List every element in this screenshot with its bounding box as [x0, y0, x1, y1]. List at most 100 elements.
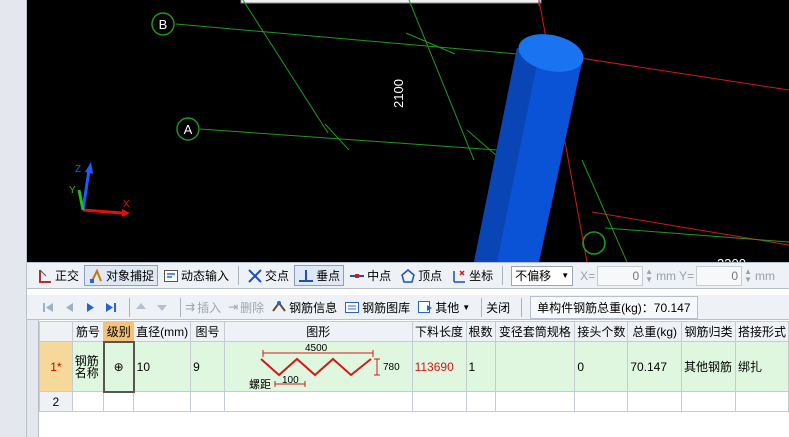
cell-joints[interactable]: 0	[574, 341, 629, 392]
svg-text:Y: Y	[69, 185, 76, 196]
toolbar-divider	[521, 297, 523, 317]
row-number[interactable]: 1*	[39, 341, 73, 392]
cell-count[interactable]	[465, 391, 496, 412]
column-header[interactable]: 根数	[465, 321, 496, 342]
row-number-header	[39, 321, 73, 342]
toolbar-divider	[502, 266, 504, 285]
other-menu-button[interactable]: 其他 ▼	[417, 299, 470, 316]
column-header[interactable]: 筋号	[71, 321, 105, 342]
column-header[interactable]: 直径(mm)	[133, 321, 192, 342]
intersection-icon	[247, 268, 263, 284]
cell-category[interactable]	[681, 391, 736, 412]
intersection-label: 交点	[265, 269, 290, 283]
cell-shape[interactable]: 4500 780 螺距 100	[223, 341, 413, 392]
shape-pitch-value: 100	[282, 375, 299, 386]
vertex-label: 顶点	[418, 269, 443, 283]
other-label: 其他	[435, 300, 460, 315]
x-spin-icon[interactable]: ▲ ▼	[645, 267, 653, 284]
table-row[interactable]: 1* 钢筋名称 ⊕ 10 9 4500 780 螺距 100 113690 1 …	[39, 340, 789, 393]
column-header[interactable]: 图形	[223, 321, 413, 342]
total-weight-display: 单构件钢筋总重(kg)：70.147	[530, 295, 698, 319]
cell-sleeve[interactable]	[494, 391, 576, 412]
cell-diameter[interactable]: 10	[133, 341, 192, 392]
x-label: X=	[580, 268, 596, 283]
close-button[interactable]: 关闭	[486, 299, 510, 316]
coordinate-icon	[451, 268, 467, 284]
cell-grade[interactable]	[103, 391, 135, 412]
cell-cut-length[interactable]	[411, 391, 467, 412]
move-down-icon[interactable]	[155, 300, 169, 314]
cell-diameter[interactable]	[133, 391, 192, 412]
midpoint-snap-button[interactable]: 中点	[345, 265, 395, 286]
cell-joints[interactable]	[574, 391, 629, 412]
vertex-snap-button[interactable]: 顶点	[396, 265, 446, 286]
cell-figure-number[interactable]: 9	[190, 341, 225, 392]
delete-button[interactable]: ⇥ 删除	[228, 299, 264, 316]
snap-toolbar: 正交 对象捕捉 动态输入 交点 垂点 中点 顶点 坐标 不偏移 ▼ X= 0 ▲…	[27, 262, 789, 289]
cell-weight[interactable]	[627, 391, 683, 412]
cell-category[interactable]: 其他钢筋	[681, 341, 736, 392]
column-header[interactable]: 下料长度	[411, 321, 467, 342]
perpendicular-icon	[298, 268, 314, 284]
column-header[interactable]: 接头个数	[574, 321, 629, 342]
next-record-icon[interactable]	[83, 300, 97, 314]
cell-sleeve[interactable]	[494, 341, 576, 392]
column-header[interactable]: 钢筋归类	[681, 321, 736, 342]
previous-record-icon[interactable]	[62, 300, 76, 314]
cell-weight[interactable]: 70.147	[627, 341, 683, 392]
last-record-icon[interactable]	[104, 300, 118, 314]
column-header[interactable]: 搭接形式	[734, 321, 789, 342]
cell-grade[interactable]: ⊕	[102, 340, 135, 393]
cell-figure-number[interactable]	[190, 391, 225, 412]
rebar-library-button[interactable]: 钢筋图库	[344, 299, 410, 316]
rebar-grid: 筋号 级别 直径(mm) 图号 图形 下料长度 根数 变径套筒规格 接头个数 总…	[39, 321, 789, 437]
column-header[interactable]: 图号	[190, 321, 225, 342]
shape-length-label: 4500	[305, 343, 328, 354]
cell-shape[interactable]	[223, 391, 413, 412]
x-coordinate-group: X= 0 ▲ ▼ mm	[580, 265, 676, 286]
move-up-icon[interactable]	[134, 300, 148, 314]
dynamic-input-button[interactable]: 动态输入	[159, 265, 233, 286]
cell-cut-length[interactable]: 113690	[411, 341, 467, 392]
object-snap-button[interactable]: 对象捕捉	[84, 265, 159, 286]
cell-lap[interactable]	[734, 391, 789, 412]
insert-button[interactable]: ⇉ 插入	[185, 299, 221, 316]
shape-pitch-label: 螺距	[249, 378, 271, 391]
x-input[interactable]: 0	[597, 265, 644, 286]
coordinate-snap-button[interactable]: 坐标	[447, 265, 497, 286]
axis-label-a: A	[184, 122, 193, 137]
object-snap-label: 对象捕捉	[106, 269, 155, 283]
cell-name[interactable]: 钢筋名称	[71, 341, 105, 392]
column-header[interactable]: 总重(kg)	[627, 321, 683, 342]
cell-lap[interactable]: 绑扎	[734, 341, 789, 392]
ortho-icon	[37, 268, 53, 284]
row-number[interactable]: 2	[39, 391, 73, 412]
intersection-snap-button[interactable]: 交点	[243, 265, 293, 286]
cell-name[interactable]	[71, 391, 105, 412]
drawing-viewport[interactable]: B A 2100 3300 Z X Y	[27, 0, 789, 262]
axis-label-b: B	[159, 17, 168, 32]
offset-select[interactable]: 不偏移 ▼	[511, 265, 574, 286]
ortho-button[interactable]: 正交	[33, 265, 83, 286]
perpendicular-snap-button[interactable]: 垂点	[294, 265, 345, 286]
coordinate-label: 坐标	[469, 269, 494, 283]
y-spin-icon[interactable]: ▲ ▼	[744, 267, 752, 284]
dynamic-input-icon	[163, 268, 179, 284]
vertex-icon	[400, 268, 416, 284]
toolbar-divider	[129, 297, 130, 317]
left-panel-strip	[0, 0, 27, 437]
cell-count[interactable]: 1	[465, 341, 496, 392]
column-header[interactable]: 级别	[103, 321, 135, 342]
chevron-down-icon: ▼	[561, 271, 570, 280]
ortho-label: 正交	[55, 269, 80, 283]
y-unit: mm	[755, 268, 775, 283]
dynamic-input-label: 动态输入	[181, 269, 230, 283]
rebar-info-button[interactable]: 钢筋信息	[271, 299, 337, 316]
cad-drawing: B A 2100 3300 Z X Y	[69, 0, 789, 262]
first-record-icon[interactable]	[41, 300, 55, 314]
table-row[interactable]: 2	[39, 391, 789, 412]
y-input[interactable]: 0	[696, 265, 743, 286]
svg-text:X: X	[123, 199, 130, 210]
column-header[interactable]: 变径套筒规格	[494, 321, 576, 342]
delete-icon: ⇥	[228, 300, 239, 314]
